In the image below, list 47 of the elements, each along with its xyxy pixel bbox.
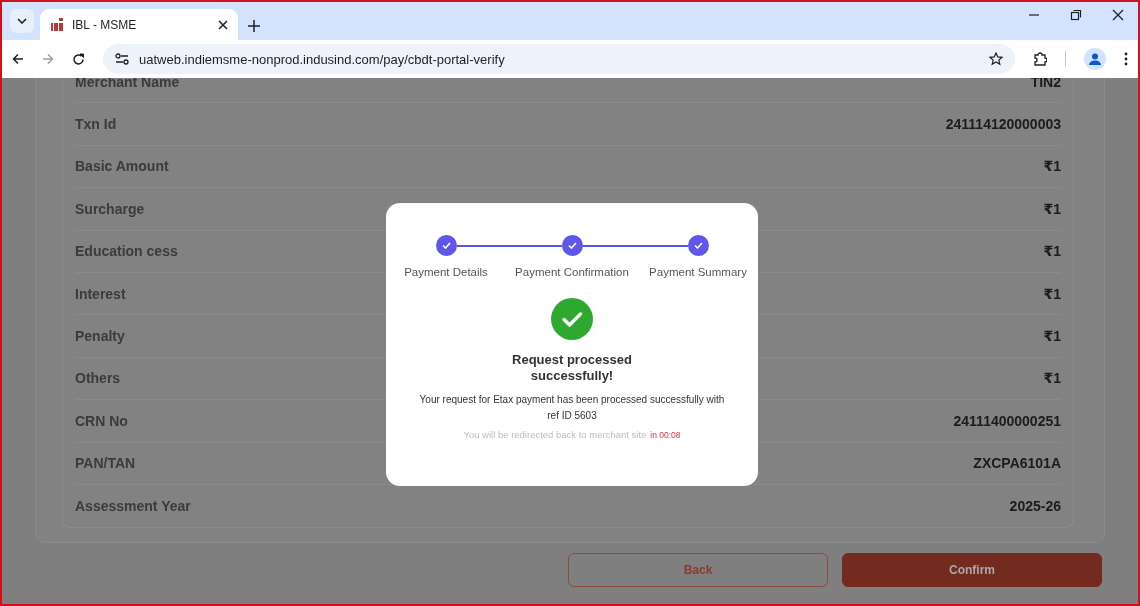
close-tab-icon[interactable] <box>218 19 228 30</box>
field-label: Penalty <box>75 328 125 345</box>
back-icon[interactable] <box>12 53 24 65</box>
chevron-down-icon[interactable] <box>17 18 27 24</box>
field-label: CRN No <box>75 412 128 429</box>
field-label: Basic Amount <box>75 158 169 175</box>
field-label: Education cess <box>75 243 178 260</box>
field-value: 24111400000251 <box>953 412 1061 429</box>
countdown-timer: in 00:08 <box>650 430 681 440</box>
reload-icon[interactable] <box>72 52 85 66</box>
dialog-message: Your request for Etax payment has been processed successfully with ref ID 5603 <box>418 393 726 423</box>
profile-avatar[interactable] <box>1084 48 1106 70</box>
success-check-icon <box>551 298 593 340</box>
field-label: PAN/TAN <box>75 455 136 472</box>
field-value: ₹1 <box>1043 285 1061 302</box>
field-value: ₹1 <box>1043 370 1061 387</box>
person-icon <box>1089 53 1101 65</box>
step-label: Payment Summary <box>649 266 747 278</box>
field-value: ₹1 <box>1043 243 1061 260</box>
tab-title: IBL - MSME <box>72 17 138 32</box>
field-value: ₹1 <box>1043 328 1061 345</box>
bookmark-star-icon[interactable] <box>989 52 1003 66</box>
redirect-note: You will be redirected back to merchant site <box>463 429 647 440</box>
field-label: Interest <box>75 285 126 302</box>
field-label: Assessment Year <box>75 498 191 515</box>
extensions-icon[interactable] <box>1033 52 1047 66</box>
menu-icon[interactable] <box>1124 52 1128 66</box>
close-icon[interactable] <box>1112 9 1124 21</box>
field-value: 241114120000003 <box>945 116 1061 133</box>
step-label: Payment Confirmation <box>515 266 629 278</box>
field-label: Others <box>75 370 121 387</box>
site-settings-icon[interactable] <box>115 53 129 65</box>
dialog-title: Request processed successfully! <box>511 352 633 384</box>
field-value: ZXCPA6101A <box>973 455 1061 472</box>
confirm-button[interactable]: Confirm <box>842 553 1102 588</box>
field-value: ₹1 <box>1043 200 1061 217</box>
field-value: 2025-26 <box>1009 498 1061 515</box>
step-label: Payment Details <box>404 266 488 278</box>
browser-tab[interactable]: IBL - MSME <box>40 9 238 40</box>
tab-search-button[interactable] <box>10 9 34 33</box>
field-label: Surcharge <box>75 200 145 217</box>
address-bar[interactable]: uatweb.indiemsme-nonprod.indusind.com/pay/cbdt-portal-verify <box>103 44 1015 74</box>
field-label: Txn Id <box>75 116 117 133</box>
new-tab-icon[interactable] <box>248 20 260 32</box>
restore-icon[interactable] <box>1070 9 1082 21</box>
favicon-icon <box>50 17 64 32</box>
field-value: ₹1 <box>1043 158 1061 175</box>
